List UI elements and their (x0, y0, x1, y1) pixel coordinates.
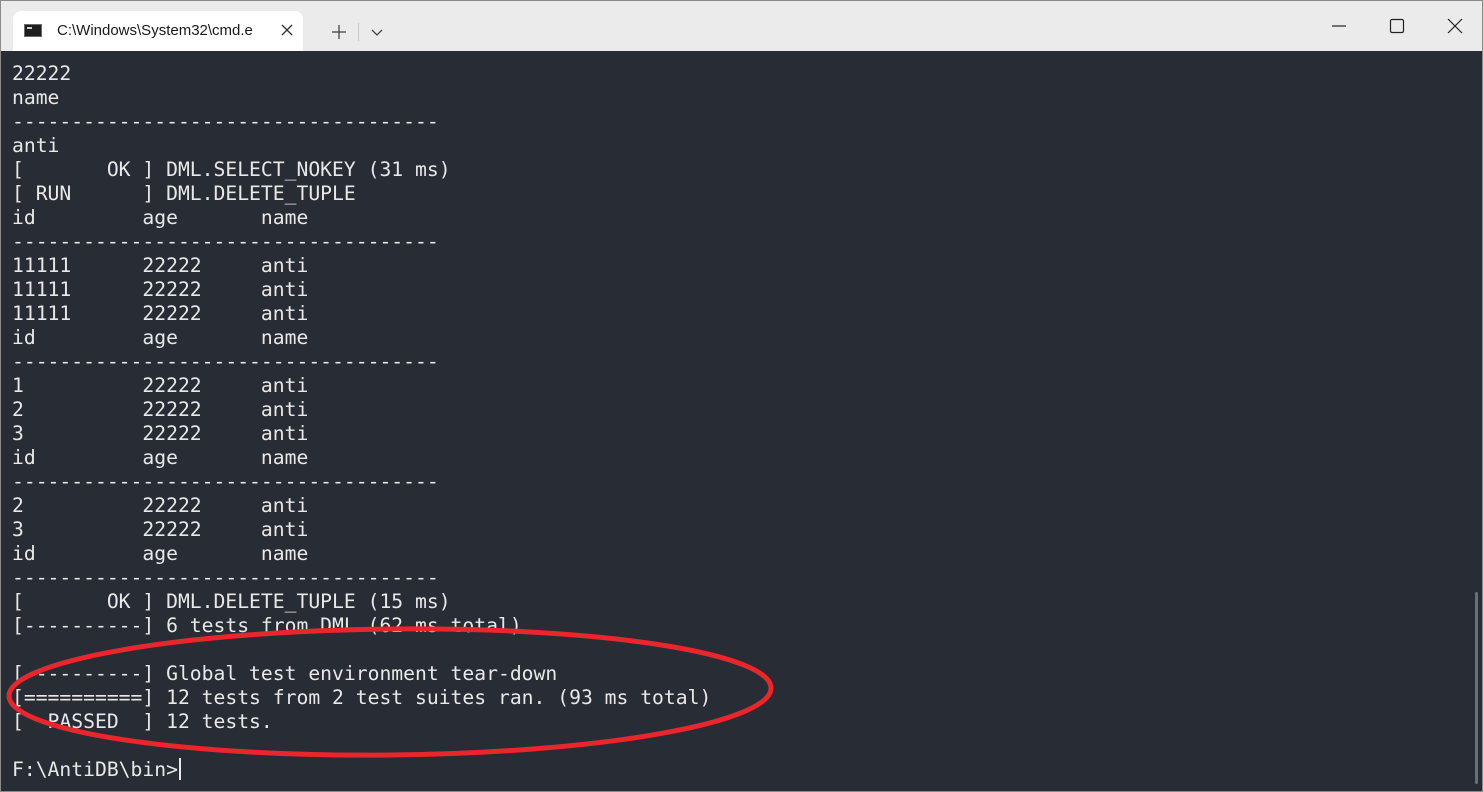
tab-cmd[interactable]: C:\Windows\System32\cmd.e (13, 11, 303, 51)
terminal-line: 1 22222 anti (12, 374, 309, 397)
terminal-line: anti (12, 134, 60, 157)
terminal-line: [==========] 12 tests from 2 test suites… (12, 686, 712, 709)
tab-separator (358, 23, 359, 41)
terminal-line: [ OK ] DML.DELETE_TUPLE (15 ms) (12, 590, 451, 613)
maximize-icon (1389, 18, 1405, 34)
terminal-icon (24, 24, 42, 37)
terminal-line: ------------------------------------ (12, 350, 439, 373)
terminal-line: [----------] 6 tests from DML (62 ms tot… (12, 614, 522, 637)
terminal-line: ------------------------------------ (12, 110, 439, 133)
terminal-line: 11111 22222 anti (12, 302, 309, 325)
terminal-line: 2 22222 anti (12, 494, 309, 517)
tab-title: C:\Windows\System32\cmd.e (57, 22, 253, 39)
chevron-down-icon (371, 29, 383, 36)
terminal-line: ------------------------------------ (12, 230, 439, 253)
terminal-line: id age name (12, 542, 309, 565)
terminal-line: [ PASSED ] 12 tests. (12, 710, 273, 733)
tab-dropdown-button[interactable] (363, 19, 391, 47)
minimize-button[interactable] (1310, 1, 1368, 51)
terminal-line: 3 22222 anti (12, 518, 309, 541)
terminal-line: 11111 22222 anti (12, 254, 309, 277)
close-window-button[interactable] (1426, 1, 1482, 51)
plus-icon (332, 25, 346, 39)
close-icon (1447, 18, 1463, 34)
scrollbar[interactable] (1475, 592, 1478, 784)
terminal-window: C:\Windows\System32\cmd.e 22222 name ---… (0, 0, 1483, 792)
close-icon (281, 24, 293, 36)
terminal-line: ------------------------------------ (12, 566, 439, 589)
terminal-output-area[interactable]: 22222 name -------------------------------… (1, 52, 1482, 791)
terminal-line: 3 22222 anti (12, 422, 309, 445)
terminal-line: ------------------------------------ (12, 470, 439, 493)
terminal-line: id age name (12, 326, 309, 349)
terminal-text: 22222 name -------------------------------… (12, 62, 711, 782)
command-prompt: F:\AntiDB\bin> (12, 758, 178, 781)
terminal-line: 22222 (12, 62, 72, 85)
text-cursor (178, 758, 181, 780)
terminal-line: 2 22222 anti (12, 398, 309, 421)
terminal-line: id age name (12, 446, 309, 469)
terminal-line: name (12, 86, 60, 109)
terminal-line: id age name (12, 206, 309, 229)
title-bar: C:\Windows\System32\cmd.e (1, 1, 1482, 51)
terminal-line: [ OK ] DML.SELECT_NOKEY (31 ms) (12, 158, 451, 181)
terminal-line: [----------] Global test environment tea… (12, 662, 558, 685)
prompt-line[interactable]: F:\AntiDB\bin> (12, 758, 711, 782)
close-tab-button[interactable] (277, 20, 297, 40)
maximize-button[interactable] (1368, 1, 1426, 51)
new-tab-button[interactable] (323, 17, 355, 47)
minimize-icon (1332, 25, 1346, 27)
terminal-line: [ RUN ] DML.DELETE_TUPLE (12, 182, 356, 205)
terminal-line: 11111 22222 anti (12, 278, 309, 301)
